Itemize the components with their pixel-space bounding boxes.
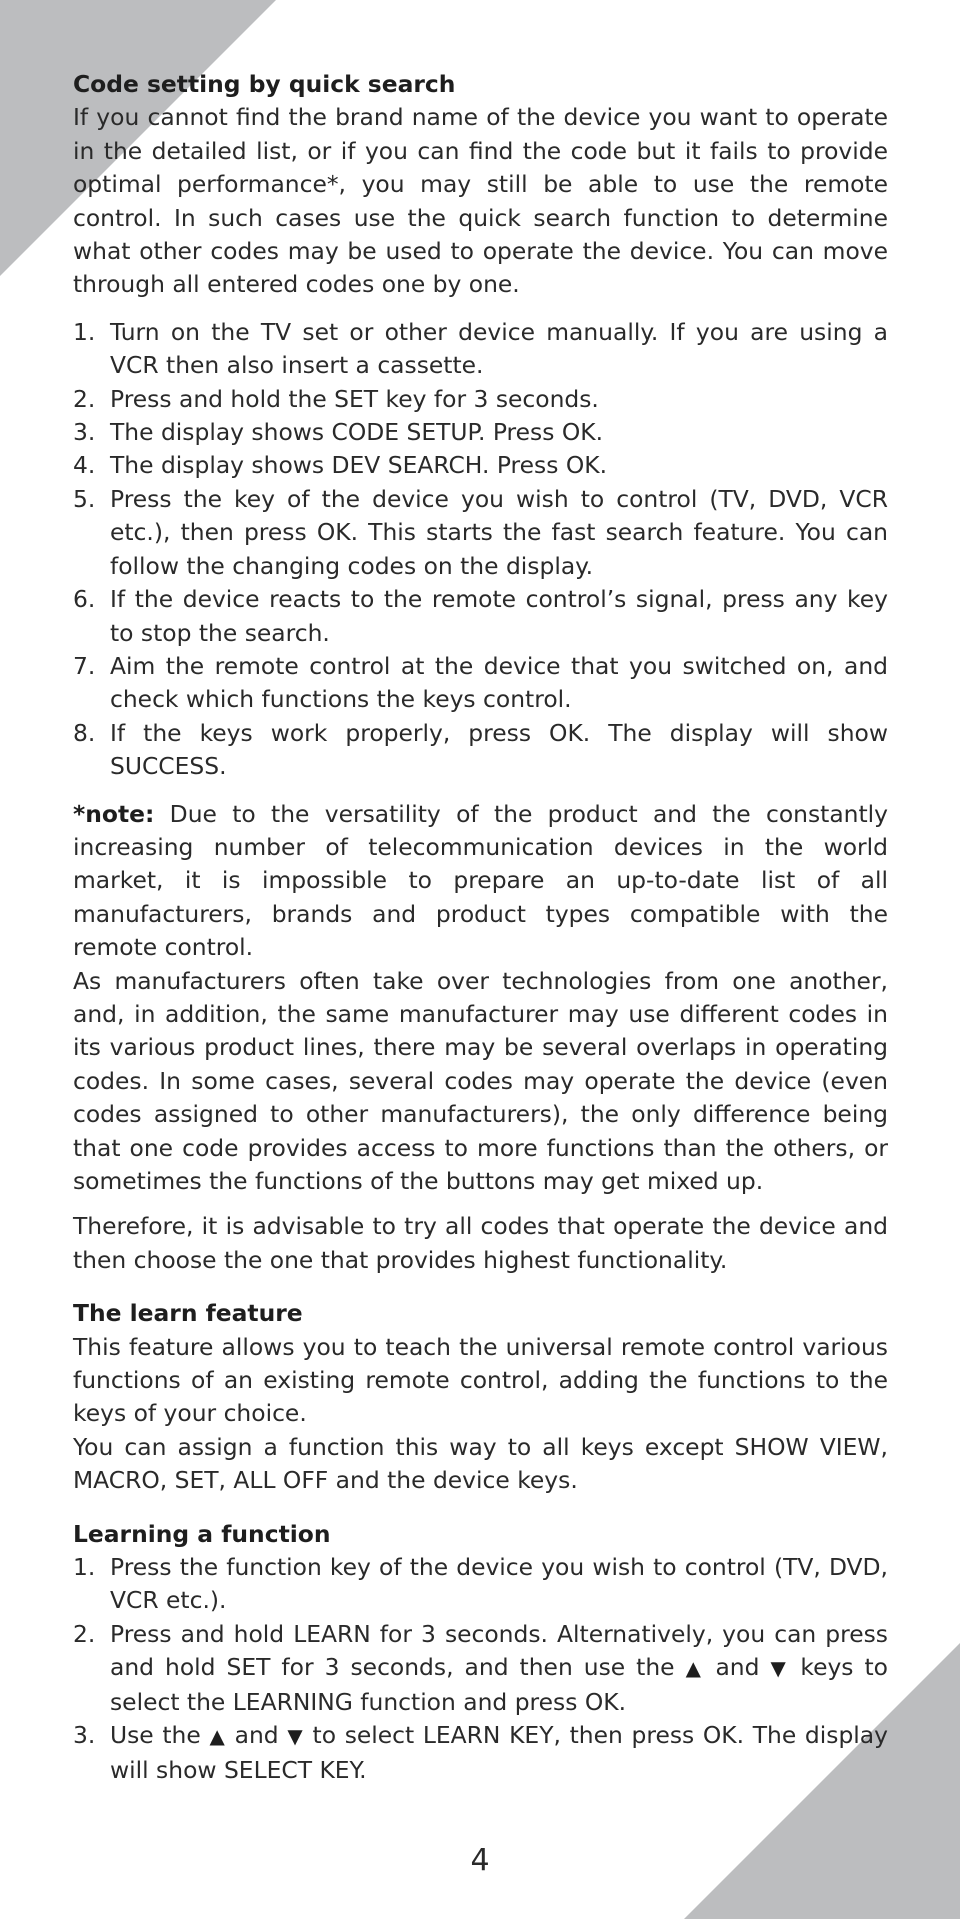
list-item: 4. The display shows DEV SEARCH. Press OK… bbox=[73, 449, 888, 482]
step-text: Use the bbox=[110, 1721, 210, 1750]
note-paragraph: *note: Due to the versatility of the pro… bbox=[73, 798, 888, 965]
up-arrow-icon: ▲ bbox=[209, 1725, 226, 1749]
list-item: 6. If the device reacts to the remote con… bbox=[73, 583, 888, 650]
list-item: 3. Use the ▲ and ▼ to select LEARN KEY, t… bbox=[73, 1719, 888, 1787]
step-text: The display shows DEV SEARCH. Press OK. bbox=[110, 451, 608, 480]
note-section: *note: Due to the versatility of the pro… bbox=[73, 798, 888, 1278]
section-learn-feature: The learn feature This feature allows yo… bbox=[73, 1297, 888, 1497]
step-number: 1. bbox=[73, 1553, 96, 1582]
step-number: 2. bbox=[73, 384, 96, 413]
section-heading: Learning a function bbox=[73, 1519, 331, 1548]
step-number: 2. bbox=[73, 1619, 96, 1648]
step-text: Turn on the TV set or other device manua… bbox=[110, 317, 888, 380]
section-heading: The learn feature bbox=[73, 1299, 303, 1328]
page-number: 4 bbox=[470, 1843, 490, 1878]
list-item: 2. Press and hold the SET key for 3 secon… bbox=[73, 383, 888, 416]
down-arrow-icon: ▼ bbox=[770, 1657, 790, 1681]
intro-paragraph: If you cannot find the brand name of the… bbox=[73, 103, 888, 299]
step-text: and bbox=[704, 1653, 771, 1682]
learning-steps: 1. Press the function key of the device y… bbox=[73, 1551, 888, 1787]
step-text: If the device reacts to the remote contr… bbox=[110, 585, 888, 647]
step-number: 1. bbox=[73, 317, 96, 346]
step-number: 5. bbox=[73, 484, 96, 513]
step-text: Press the key of the device you wish to … bbox=[110, 484, 888, 580]
down-arrow-icon: ▼ bbox=[287, 1725, 304, 1749]
list-item: 5. Press the key of the device you wish t… bbox=[73, 483, 888, 583]
section-learning-function: Learning a function 1. Press the function… bbox=[73, 1518, 888, 1787]
list-item: 7. Aim the remote control at the device t… bbox=[73, 650, 888, 717]
step-number: 4. bbox=[73, 451, 96, 480]
list-item: 1. Turn on the TV set or other device man… bbox=[73, 316, 888, 383]
learn-paragraph-2: You can assign a function this way to al… bbox=[73, 1432, 888, 1495]
step-number: 7. bbox=[73, 651, 96, 680]
up-arrow-icon: ▲ bbox=[685, 1657, 705, 1681]
list-item: 2. Press and hold LEARN for 3 seconds. Al… bbox=[73, 1618, 888, 1719]
list-item: 1. Press the function key of the device y… bbox=[73, 1551, 888, 1618]
list-item: 3. The display shows CODE SETUP. Press OK… bbox=[73, 416, 888, 449]
step-text: Press the function key of the device you… bbox=[110, 1553, 888, 1615]
manual-page: Code setting by quick search If you cann… bbox=[73, 68, 888, 1787]
note-paragraph-3: Therefore, it is advisable to try all co… bbox=[73, 1212, 888, 1274]
step-number: 6. bbox=[73, 585, 96, 614]
step-text: Press and hold the SET key for 3 seconds… bbox=[110, 384, 599, 413]
step-number: 8. bbox=[73, 718, 96, 747]
list-item: 8. If the keys work properly, press OK. T… bbox=[73, 717, 888, 784]
step-number: 3. bbox=[73, 1721, 96, 1750]
step-text: The display shows CODE SETUP. Press OK. bbox=[110, 418, 604, 447]
step-text: and bbox=[225, 1721, 288, 1750]
note-paragraph-2: As manufacturers often take over technol… bbox=[73, 966, 888, 1195]
section-quick-search: Code setting by quick search If you cann… bbox=[73, 68, 888, 784]
step-text: If the keys work properly, press OK. The… bbox=[110, 718, 888, 781]
note-text: Due to the versatility of the product an… bbox=[73, 799, 888, 962]
step-number: 3. bbox=[73, 418, 96, 447]
section-heading: Code setting by quick search bbox=[73, 70, 456, 98]
learn-paragraph-1: This feature allows you to teach the uni… bbox=[73, 1332, 888, 1428]
quick-search-steps: 1. Turn on the TV set or other device man… bbox=[73, 316, 888, 784]
note-label: *note: bbox=[73, 799, 155, 828]
step-text: Aim the remote control at the device tha… bbox=[110, 651, 888, 714]
